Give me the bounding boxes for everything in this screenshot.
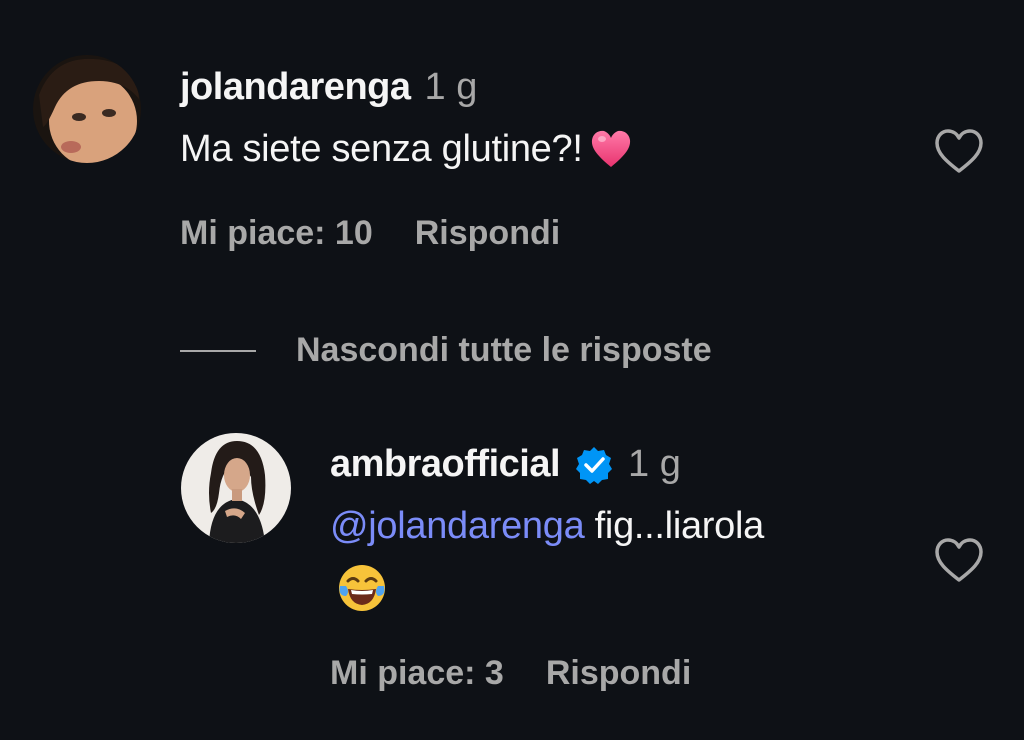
hide-replies-label: Nascondi tutte le risposte <box>296 331 712 369</box>
comment-text-body: Ma siete senza glutine?! <box>180 127 583 170</box>
like-heart-icon[interactable] <box>930 122 988 180</box>
hide-replies-divider <box>180 349 256 352</box>
reply-text-body: fig...liarola <box>584 505 765 547</box>
reply-mention-link[interactable]: @jolandarenga <box>330 505 585 547</box>
like-heart-icon[interactable] <box>930 531 988 589</box>
comment-time: 1 g <box>424 66 478 108</box>
reply-likes-count[interactable]: Mi piace: 3 <box>330 654 504 693</box>
avatar-image <box>181 433 291 543</box>
reply-username[interactable]: ambraofficial <box>330 443 561 486</box>
comment-text: Ma siete senza glutine?! <box>180 127 633 171</box>
reply-text: @jolandarenga fig...liarola <box>330 505 764 548</box>
reply-actions: Mi piace: 3 Rispondi <box>330 654 691 693</box>
tears-of-joy-emoji-icon <box>339 565 385 611</box>
verified-badge-icon <box>576 446 613 484</box>
avatar-ambraofficial[interactable] <box>181 433 291 543</box>
comment-username[interactable]: jolandarenga <box>180 66 411 109</box>
pink-heart-emoji-icon <box>591 130 630 167</box>
comment-reply-button[interactable]: Rispondi <box>415 214 560 253</box>
reply-reply-button[interactable]: Rispondi <box>546 654 691 693</box>
hide-replies-button[interactable]: Nascondi tutte le risposte <box>180 331 712 370</box>
reply-time: 1 g <box>628 443 681 485</box>
comment-likes-count[interactable]: Mi piace: 10 <box>180 214 373 253</box>
avatar-jolandarenga[interactable] <box>33 55 141 163</box>
avatar-image <box>33 55 141 163</box>
reply-header: ambraofficial 1 g <box>330 443 681 486</box>
comment-header: jolandarenga 1 g <box>180 66 477 109</box>
comment-actions: Mi piace: 10 Rispondi <box>180 214 560 253</box>
